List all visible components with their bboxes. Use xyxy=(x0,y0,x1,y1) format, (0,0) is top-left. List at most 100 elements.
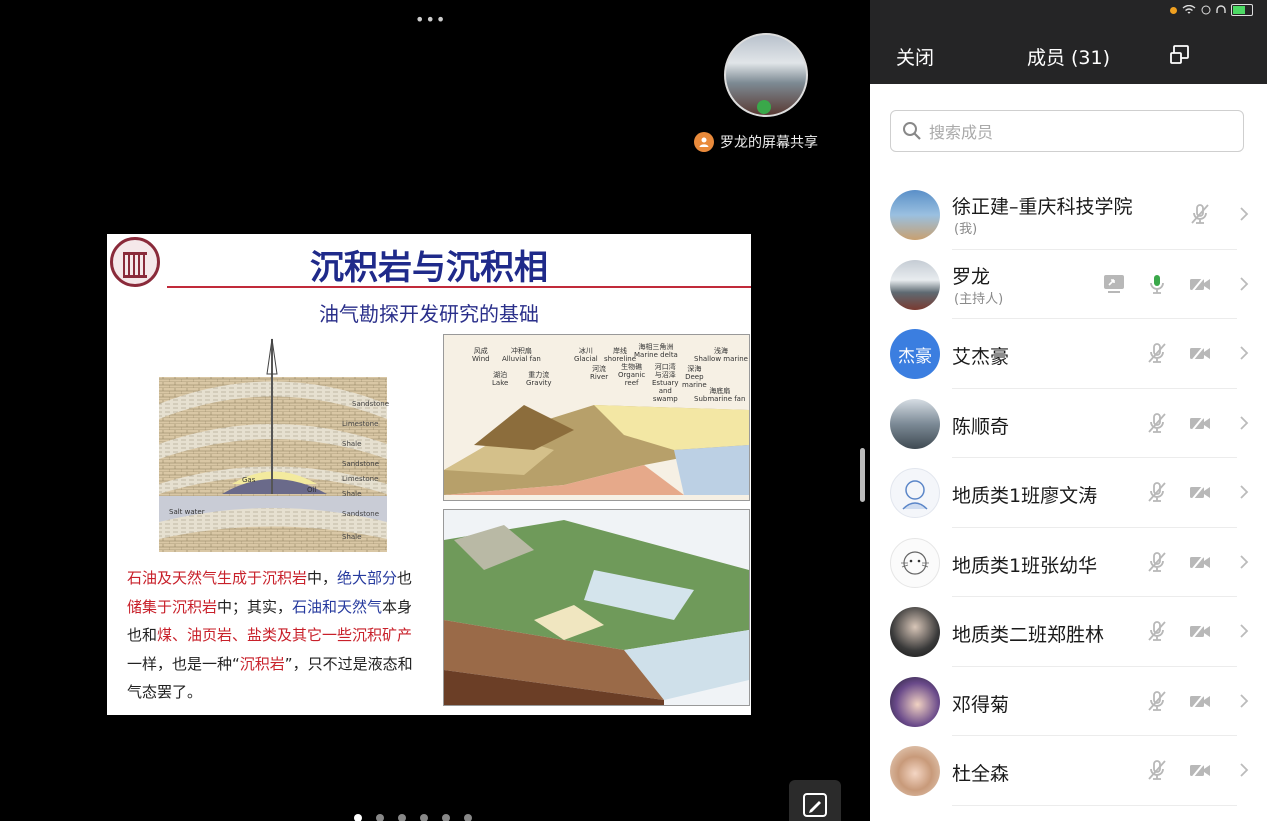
env-label: 冲积扇 Alluvial fan xyxy=(502,347,541,363)
mic-muted-icon[interactable] xyxy=(1145,689,1169,713)
chevron-right-icon[interactable] xyxy=(1239,345,1249,361)
member-row[interactable]: 地质类1班廖文涛 xyxy=(870,458,1267,528)
layer-label: Sandstone xyxy=(342,510,379,518)
env-label: 生物礁 Organic reef xyxy=(618,363,646,387)
avatar: 杰豪 xyxy=(890,329,940,379)
camera-off-icon[interactable] xyxy=(1188,550,1212,574)
page-dot[interactable] xyxy=(376,814,384,821)
presenter-mic-icon xyxy=(757,100,771,114)
chevron-right-icon[interactable] xyxy=(1239,623,1249,639)
mic-muted-icon[interactable] xyxy=(1145,550,1169,574)
layer-label: Sandstone xyxy=(342,460,379,468)
mic-muted-icon[interactable] xyxy=(1145,619,1169,643)
member-row[interactable]: 陈顺奇 xyxy=(870,389,1267,459)
avatar xyxy=(890,746,940,796)
env-label: 海底扇 Submarine fan xyxy=(694,387,746,403)
title-divider xyxy=(167,286,751,288)
env-label: 海相三角洲 Marine delta xyxy=(634,343,678,359)
chevron-right-icon[interactable] xyxy=(1239,693,1249,709)
env-label: 河口湾 与沼泽 Estuary and swamp xyxy=(652,363,679,403)
slide-subtitle: 油气勘探开发研究的基础 xyxy=(319,302,539,326)
page-dot[interactable] xyxy=(464,814,472,821)
member-role: (我) xyxy=(954,222,978,237)
env-label: 重力流 Gravity xyxy=(526,371,552,387)
chevron-right-icon[interactable] xyxy=(1239,554,1249,570)
member-row[interactable]: 徐正建–重庆科技学院 (我) xyxy=(870,180,1267,250)
more-options-icon[interactable]: ••• xyxy=(415,10,446,29)
member-name: 艾杰豪 xyxy=(952,346,1010,368)
search-icon xyxy=(903,122,921,140)
page-dot[interactable] xyxy=(398,814,406,821)
layer-label: Shale xyxy=(342,533,361,541)
page-dot[interactable] xyxy=(442,814,450,821)
shared-screen-area: ••• 罗龙的屏幕共享 沉积岩与沉积相 油气勘探开发研究的基础 Sandston… xyxy=(0,0,870,821)
mic-muted-icon[interactable] xyxy=(1145,341,1169,365)
chevron-right-icon[interactable] xyxy=(1239,762,1249,778)
slide-title: 沉积岩与沉积相 xyxy=(310,248,548,288)
search-input[interactable] xyxy=(927,117,1231,147)
chevron-right-icon[interactable] xyxy=(1239,415,1249,431)
layer-label: Shale xyxy=(342,490,361,498)
member-name: 地质类1班张幼华 xyxy=(952,554,1098,577)
member-row[interactable]: 邓得菊 xyxy=(870,667,1267,737)
mic-active-icon[interactable] xyxy=(1145,272,1169,296)
float-window-icon[interactable] xyxy=(1169,44,1191,66)
slide-paragraph: 石油及天然气生成于沉积岩中，绝大部分也储集于沉积岩中；其实，石油和天然气本身也和… xyxy=(127,569,413,701)
camera-off-icon[interactable] xyxy=(1188,341,1212,365)
camera-off-icon[interactable] xyxy=(1188,758,1212,782)
recording-indicator-icon xyxy=(1170,6,1177,14)
page-dot[interactable] xyxy=(420,814,428,821)
camera-off-icon[interactable] xyxy=(1188,272,1212,296)
members-title: 成员 (31) xyxy=(1026,47,1111,69)
screen-share-icon[interactable] xyxy=(1102,272,1126,296)
avatar xyxy=(890,398,940,449)
camera-off-icon[interactable] xyxy=(1188,689,1212,713)
chevron-right-icon[interactable] xyxy=(1239,206,1249,222)
pen-icon xyxy=(803,793,827,817)
headphones-icon xyxy=(1216,5,1226,13)
env-label: 风成 Wind xyxy=(472,347,490,363)
member-row[interactable]: 地质类二班郑胜林 xyxy=(870,597,1267,667)
avatar xyxy=(890,607,940,657)
member-name: 地质类二班郑胜林 xyxy=(952,624,1105,646)
member-row[interactable]: 杰豪 艾杰豪 xyxy=(870,319,1267,389)
camera-off-icon[interactable] xyxy=(1188,619,1212,643)
lock-rotation-icon xyxy=(1201,5,1211,15)
avatar xyxy=(890,259,940,310)
member-name: 罗龙 xyxy=(952,265,991,288)
env-label: 冰川 Glacial xyxy=(574,347,598,363)
avatar xyxy=(890,537,940,588)
resize-handle[interactable] xyxy=(860,448,865,502)
chevron-right-icon[interactable] xyxy=(1239,276,1249,292)
layer-label: Sandstone xyxy=(352,400,389,408)
mic-muted-icon[interactable] xyxy=(1145,480,1169,504)
member-row[interactable]: 地质类1班张幼华 xyxy=(870,528,1267,598)
annotate-button[interactable] xyxy=(789,780,841,821)
presentation-slide: 沉积岩与沉积相 油气勘探开发研究的基础 Sandstone Limestone … xyxy=(107,234,751,715)
search-box[interactable] xyxy=(890,110,1244,152)
page-indicator[interactable] xyxy=(354,814,472,821)
chevron-right-icon[interactable] xyxy=(1239,484,1249,500)
presenter-share-text: 罗龙的屏幕共享 xyxy=(720,135,818,151)
mic-muted-icon[interactable] xyxy=(1145,411,1169,435)
member-row[interactable]: 杜全森 xyxy=(870,736,1267,806)
camera-off-icon[interactable] xyxy=(1188,480,1212,504)
mic-muted-icon[interactable] xyxy=(1188,202,1212,226)
person-icon xyxy=(694,132,714,152)
coastal-landscape-diagram xyxy=(443,509,750,706)
member-role: (主持人) xyxy=(954,291,1004,307)
member-name: 地质类1班廖文涛 xyxy=(952,485,1098,507)
avatar xyxy=(890,468,940,518)
page-dot[interactable] xyxy=(354,814,362,821)
screen-share-label: 罗龙的屏幕共享 xyxy=(694,132,818,152)
env-label: 河流 River xyxy=(590,365,609,381)
mic-muted-icon[interactable] xyxy=(1145,758,1169,782)
wifi-icon xyxy=(1182,5,1196,14)
oil-label: Oil xyxy=(307,486,316,494)
avatar-initials: 杰豪 xyxy=(898,346,932,367)
member-row[interactable]: 罗龙 (主持人) xyxy=(870,250,1267,320)
members-panel: 关闭 成员 (31) 徐正建–重庆科技学院 (我) 罗龙 xyxy=(870,0,1267,821)
member-list: 徐正建–重庆科技学院 (我) 罗龙 (主持人) 杰豪 艾杰豪 陈顺奇 地质类1班… xyxy=(870,180,1267,806)
camera-off-icon[interactable] xyxy=(1188,411,1212,435)
avatar xyxy=(890,676,940,727)
